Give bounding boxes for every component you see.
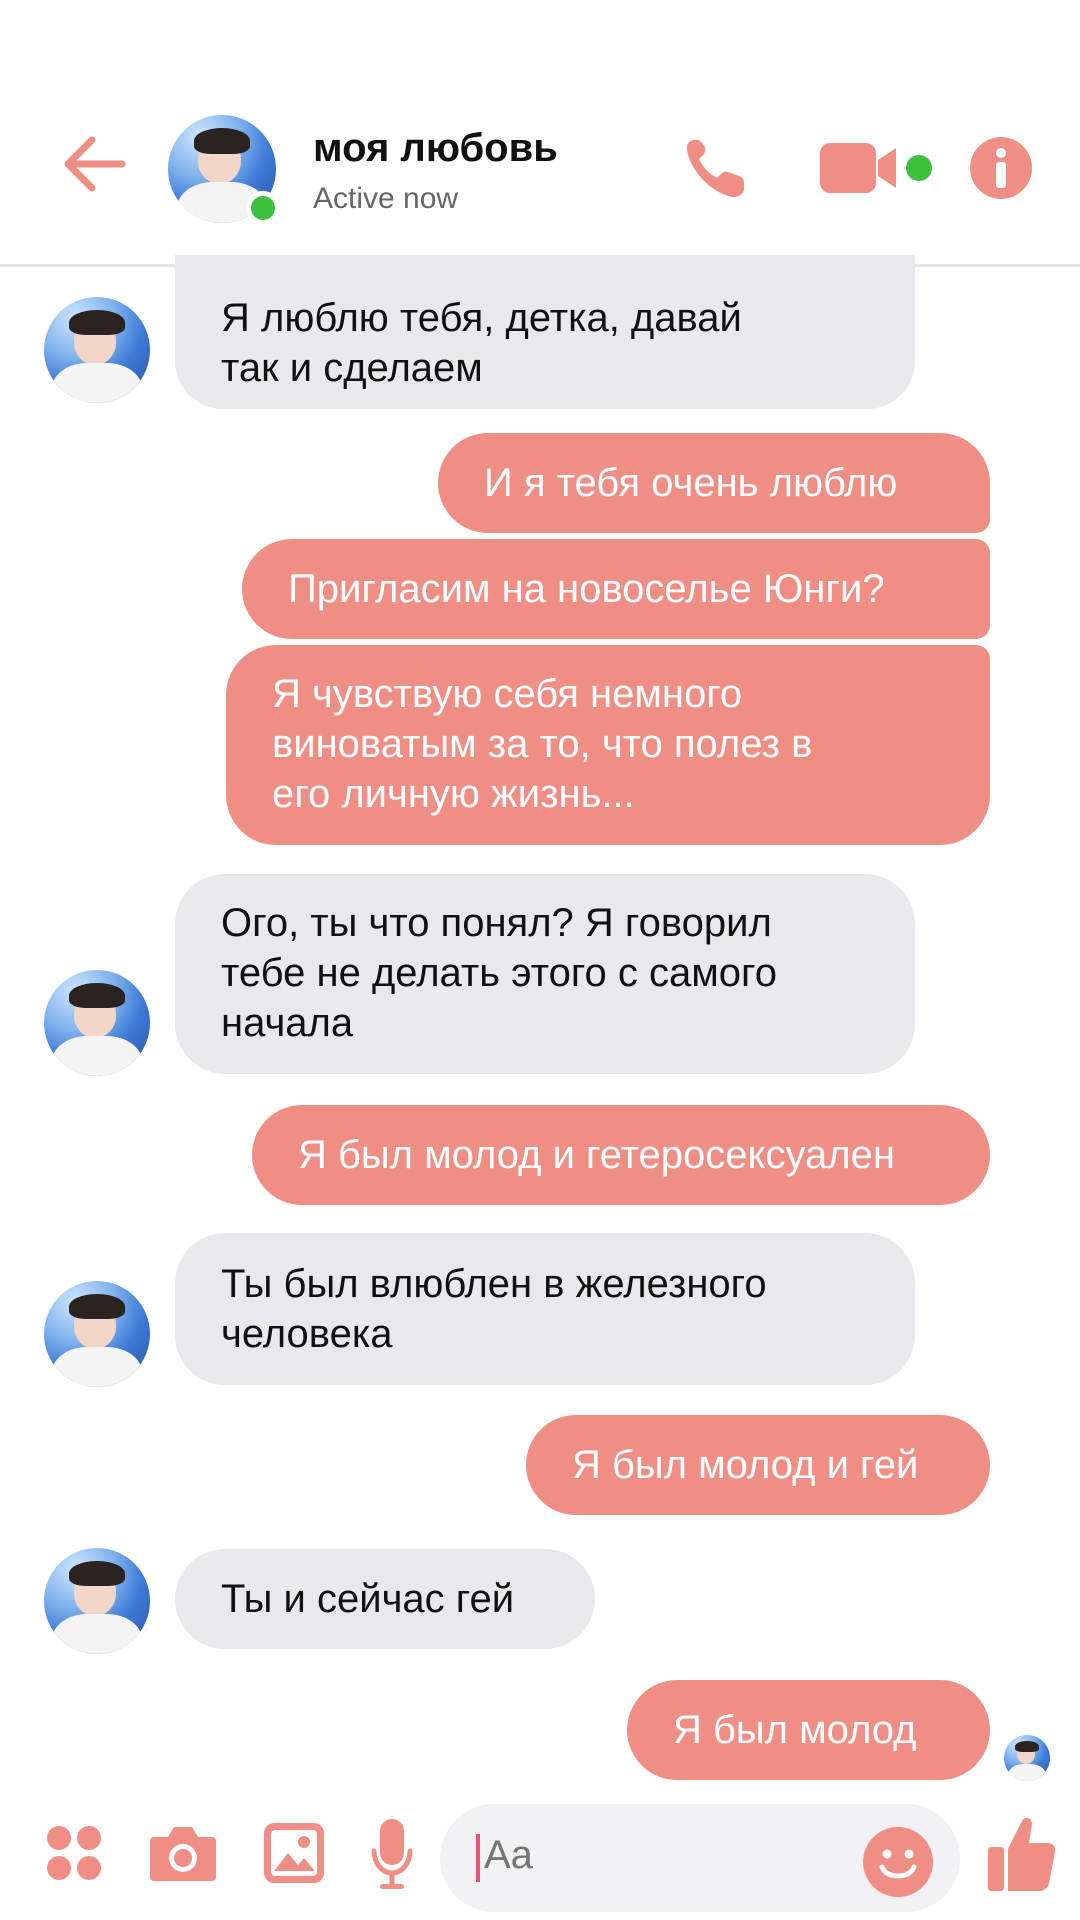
message-bubble-incoming[interactable]: Ты был влюблен в железного человека (175, 1233, 915, 1385)
video-camera-icon[interactable] (818, 138, 936, 198)
message-bubble-outgoing[interactable]: Я был молод и гей (526, 1415, 990, 1515)
message-input-box[interactable] (440, 1804, 960, 1912)
text-caret (476, 1834, 480, 1882)
message-list[interactable]: Я люблю тебя, детка, давай так и сделаем… (0, 255, 1080, 1797)
message-bubble-outgoing[interactable]: Я был молод (627, 1680, 990, 1780)
message-avatar (44, 1281, 150, 1387)
message-avatar (44, 297, 150, 403)
message-bubble-incoming[interactable]: Ого, ты что понял? Я говорил тебе не дел… (175, 874, 915, 1074)
message-input[interactable] (482, 1832, 866, 1879)
message-bubble-outgoing[interactable]: Я был молод и гетеросексуален (252, 1105, 990, 1205)
seen-indicator-avatar (1004, 1735, 1050, 1781)
gallery-icon[interactable] (262, 1821, 326, 1885)
message-bubble-outgoing[interactable]: И я тебя очень люблю (438, 433, 990, 533)
online-indicator (246, 191, 280, 225)
message-bubble-incoming[interactable]: Я люблю тебя, детка, давай так и сделаем (175, 255, 915, 409)
message-avatar (44, 970, 150, 1076)
contact-name[interactable]: моя любовь (313, 126, 558, 171)
chat-header: моя любовь Active now (0, 0, 1080, 267)
camera-icon[interactable] (148, 1821, 218, 1885)
message-avatar (44, 1548, 150, 1654)
info-icon[interactable] (969, 136, 1033, 200)
message-bubble-outgoing[interactable]: Я чувствую себя немного виноватым за то,… (226, 645, 990, 845)
emoji-icon[interactable] (862, 1826, 934, 1898)
contact-avatar[interactable] (168, 115, 280, 225)
contact-status: Active now (313, 182, 459, 215)
message-composer (0, 1797, 1080, 1920)
microphone-icon[interactable] (370, 1817, 414, 1893)
back-arrow-icon[interactable] (58, 128, 130, 200)
phone-icon[interactable] (680, 132, 752, 204)
message-bubble-incoming[interactable]: Ты и сейчас гей (175, 1549, 595, 1649)
apps-menu-icon[interactable] (46, 1825, 102, 1881)
thumbs-up-icon[interactable] (986, 1811, 1058, 1895)
message-bubble-outgoing[interactable]: Пригласим на новоселье Юнги? (242, 539, 990, 639)
